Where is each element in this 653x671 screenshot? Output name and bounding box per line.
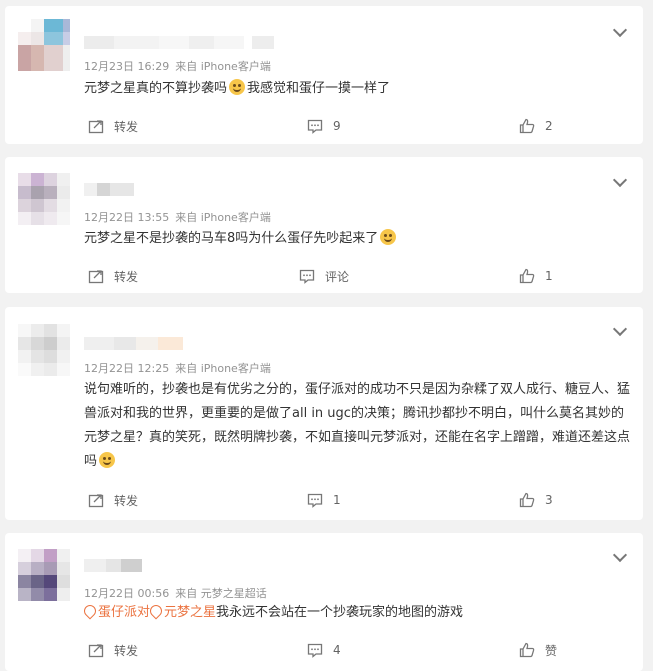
comment-text: 说句难听的，抄袭也是有优劣之分的，蛋仔派对的成功不只是因为杂糅了双人成行、糖豆人…	[84, 382, 631, 469]
comment-source: 来自 iPhone客户端	[175, 211, 271, 224]
comment-text: 元梦之星不是抄袭的马车8吗为什么蛋仔先吵起来了	[84, 228, 632, 250]
chevron-down-icon[interactable]	[612, 321, 628, 337]
comment-icon	[307, 493, 323, 508]
laughing-emoji	[99, 452, 116, 468]
comment-card: 12月22日 12:25 来自 iPhone客户端 说句难听的，抄袭也是有优劣之分…	[5, 307, 643, 520]
comment-meta: 12月22日 13:55 来自 iPhone客户端	[84, 209, 271, 225]
topic-icon	[147, 602, 165, 620]
avatar[interactable]	[18, 19, 70, 71]
comment-source: 来自 iPhone客户端	[175, 60, 271, 73]
comment-meta: 12月23日 16:29 来自 iPhone客户端	[84, 58, 271, 74]
topic-icon	[81, 602, 99, 620]
comment-button[interactable]: 4	[307, 640, 341, 660]
comment-text: 蛋仔派对 元梦之星我永远不会站在一个抄袭玩家的地图的游戏	[81, 602, 632, 624]
like-button[interactable]: 1	[519, 266, 553, 286]
like-button[interactable]: 赞	[519, 640, 557, 660]
crying-laughing-emoji	[229, 79, 246, 95]
avatar[interactable]	[18, 173, 70, 225]
comment-source: 来自 iPhone客户端	[175, 362, 271, 375]
topic-link[interactable]: 蛋仔派对	[81, 602, 150, 620]
comment-actions: 转发 评论 1	[5, 266, 643, 286]
repost-button[interactable]: 转发	[88, 640, 138, 660]
repost-icon	[88, 644, 104, 658]
thumbs-up-icon	[519, 268, 535, 284]
chevron-down-icon[interactable]	[612, 547, 628, 563]
comment-meta: 12月22日 12:25 来自 iPhone客户端	[84, 360, 271, 376]
comment-date: 12月23日 16:29	[84, 60, 170, 73]
comment-icon	[299, 269, 315, 284]
comment-source: 来自 元梦之星超话	[175, 587, 267, 600]
repost-icon	[88, 120, 104, 134]
repost-button[interactable]: 转发	[88, 490, 138, 510]
repost-icon	[88, 270, 104, 284]
comment-button[interactable]: 评论	[299, 266, 349, 286]
topic-link[interactable]: 元梦之星	[147, 602, 216, 620]
like-button[interactable]: 2	[519, 116, 553, 136]
like-button[interactable]: 3	[519, 490, 553, 510]
avatar[interactable]	[18, 549, 70, 601]
thumbs-up-icon	[519, 118, 535, 134]
repost-button[interactable]: 转发	[88, 116, 138, 136]
chevron-down-icon[interactable]	[612, 22, 628, 38]
comment-button[interactable]: 9	[307, 116, 341, 136]
comment-actions: 转发 9 2	[5, 116, 643, 136]
thumbs-up-icon	[519, 642, 535, 658]
comment-card: 12月22日 13:55 来自 iPhone客户端 元梦之星不是抄袭的马车8吗为什…	[5, 157, 643, 293]
comment-meta: 12月22日 00:56 来自 元梦之星超话	[84, 585, 267, 601]
comment-text: 元梦之星真的不算抄袭吗 我感觉和蛋仔一摸一样了	[84, 79, 391, 96]
comment-card: 12月23日 16:29 来自 iPhone客户端 元梦之星真的不算抄袭吗 我感觉和…	[5, 6, 643, 144]
comment-button[interactable]: 1	[307, 490, 341, 510]
comment-actions: 转发 1 3	[5, 490, 643, 510]
comment-date: 12月22日 13:55	[84, 211, 170, 224]
comment-date: 12月22日 12:25	[84, 362, 170, 375]
chevron-down-icon[interactable]	[612, 172, 628, 188]
comment-date: 12月22日 00:56	[84, 587, 170, 600]
comment-icon	[307, 119, 323, 134]
thumbs-up-icon	[519, 492, 535, 508]
avatar[interactable]	[18, 324, 70, 376]
repost-icon	[88, 494, 104, 508]
smile-emoji	[380, 229, 397, 245]
comment-icon	[307, 643, 323, 658]
comment-card: 12月22日 00:56 来自 元梦之星超话 蛋仔派对 元梦之星我永远不会站在一个抄…	[5, 533, 643, 671]
comment-actions: 转发 4 赞	[5, 640, 643, 660]
repost-button[interactable]: 转发	[88, 266, 138, 286]
